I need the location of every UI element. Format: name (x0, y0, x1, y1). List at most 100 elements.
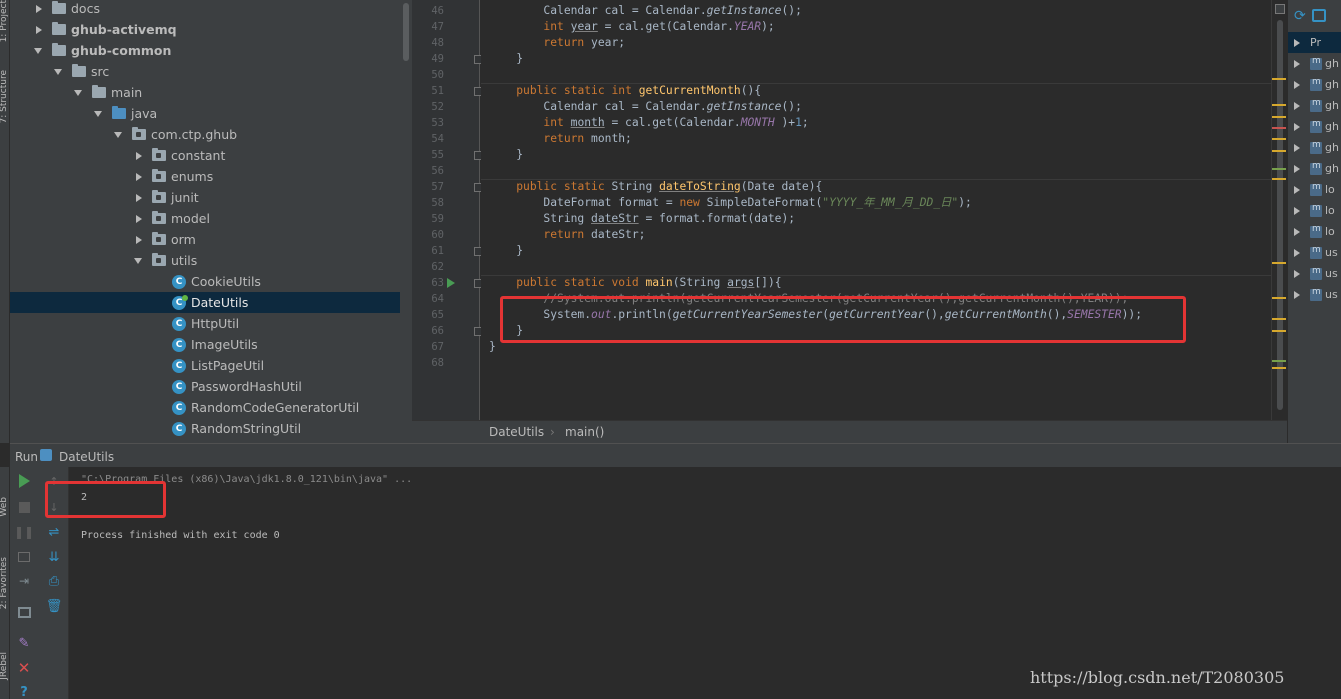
chevron-right-icon[interactable] (34, 25, 44, 35)
error-stripe-marker[interactable] (1272, 168, 1286, 170)
code-line[interactable]: public static void main(String args[]){ (489, 275, 781, 291)
maven-project-item[interactable]: lo (1288, 200, 1341, 221)
chevron-right-icon[interactable] (1292, 206, 1302, 216)
error-stripe-marker[interactable] (1272, 78, 1286, 80)
pin-icon[interactable]: ✎ (16, 635, 32, 651)
tree-item-utils[interactable]: utils (10, 250, 412, 271)
maven-project-item[interactable]: gh (1288, 74, 1341, 95)
chevron-down-icon[interactable] (114, 130, 124, 140)
code-line[interactable]: } (489, 243, 523, 259)
project-tree-scrollbar[interactable] (400, 0, 412, 443)
chevron-right-icon[interactable] (1292, 143, 1302, 153)
chevron-right-icon[interactable] (134, 172, 144, 182)
chevron-right-icon[interactable] (1292, 290, 1302, 300)
exit-icon[interactable]: ⇥ (16, 573, 32, 589)
chevron-down-icon[interactable] (34, 46, 44, 56)
code-line[interactable]: } (489, 339, 496, 355)
chevron-right-icon[interactable] (1292, 80, 1302, 90)
tree-item-docs[interactable]: docs (10, 0, 412, 19)
chevron-right-icon[interactable] (1292, 59, 1302, 69)
chevron-right-icon[interactable] (134, 151, 144, 161)
tree-item-orm[interactable]: orm (10, 229, 412, 250)
code-line[interactable]: int month = cal.get(Calendar.MONTH )+1; (489, 115, 808, 131)
chevron-right-icon[interactable] (1292, 101, 1302, 111)
editor-scrollbar[interactable] (1271, 0, 1287, 420)
error-stripe-marker[interactable] (1272, 318, 1286, 320)
chevron-right-icon[interactable] (1292, 269, 1302, 279)
tree-item-httputil[interactable]: C HttpUtil (10, 313, 412, 334)
tree-item-src[interactable]: src (10, 61, 412, 82)
run-console[interactable]: "C:\Program Files (x86)\Java\jdk1.8.0_12… (69, 467, 1341, 699)
code-line[interactable]: } (489, 51, 523, 67)
tree-item-passwordhashutil[interactable]: C PasswordHashUtil (10, 376, 412, 397)
maven-project-item[interactable]: gh (1288, 116, 1341, 137)
code-line[interactable]: return year; (489, 35, 625, 51)
layout-icon[interactable] (16, 604, 32, 620)
tree-item-cookieutils[interactable]: C CookieUtils (10, 271, 412, 292)
code-line[interactable]: public static int getCurrentMonth(){ (489, 83, 761, 99)
maven-project-item[interactable]: lo (1288, 221, 1341, 242)
help-icon[interactable]: ? (16, 684, 32, 699)
error-stripe-marker[interactable] (1272, 367, 1286, 369)
error-stripe-marker[interactable] (1272, 104, 1286, 106)
rerun-icon[interactable] (16, 473, 32, 489)
code-line[interactable]: return dateStr; (489, 227, 645, 243)
chevron-down-icon[interactable] (134, 256, 144, 266)
tree-item-java[interactable]: java (10, 103, 412, 124)
chevron-right-icon[interactable] (134, 214, 144, 224)
code-line[interactable]: return month; (489, 131, 631, 147)
web-tool-tab[interactable]: Web (0, 497, 9, 517)
tree-item-randomstringutil[interactable]: C RandomStringUtil (10, 418, 412, 439)
tree-item-constant[interactable]: constant (10, 145, 412, 166)
reimport-icon[interactable] (1312, 9, 1326, 22)
maven-project-item[interactable]: gh (1288, 137, 1341, 158)
code-line[interactable]: int year = cal.get(Calendar.YEAR); (489, 19, 774, 35)
chevron-right-icon[interactable] (134, 193, 144, 203)
code-editor[interactable]: Calendar cal = Calendar.getInstance(); i… (481, 0, 1271, 420)
maven-project-item[interactable]: us (1288, 284, 1341, 305)
tree-item-listpageutil[interactable]: C ListPageUtil (10, 355, 412, 376)
run-config-name[interactable]: DateUtils (59, 450, 114, 464)
clear-all-icon[interactable]: 🗑 (46, 598, 63, 614)
tree-item-randomcodegeneratorutil[interactable]: C RandomCodeGeneratorUtil (10, 397, 412, 418)
chevron-right-icon[interactable] (1292, 164, 1302, 174)
scroll-thumb[interactable] (403, 3, 409, 61)
tree-item-main[interactable]: main (10, 82, 412, 103)
pause-icon[interactable]: ❚❚ (14, 524, 34, 540)
dump-threads-icon[interactable] (16, 549, 32, 565)
chevron-down-icon[interactable] (94, 109, 104, 119)
maven-project-item[interactable]: us (1288, 242, 1341, 263)
code-line[interactable]: DateFormat format = new SimpleDateFormat… (489, 195, 971, 211)
error-stripe-marker[interactable] (1272, 116, 1286, 118)
tree-item-com-ctp-ghub[interactable]: com.ctp.ghub (10, 124, 412, 145)
tree-item-imageutils[interactable]: C ImageUtils (10, 334, 412, 355)
favorites-tool-tab[interactable]: 2: Favorites (0, 557, 9, 609)
stop-icon[interactable] (16, 499, 32, 515)
maven-project-item[interactable]: lo (1288, 179, 1341, 200)
code-line[interactable]: } (489, 147, 523, 163)
error-stripe-marker[interactable] (1272, 330, 1286, 332)
chevron-right-icon[interactable] (1292, 227, 1302, 237)
soft-wrap-icon[interactable]: ⇌ (46, 524, 62, 540)
jrebel-tool-tab[interactable]: JRebel (0, 652, 9, 680)
run-gutter-icon[interactable] (447, 278, 455, 288)
breadcrumb-method[interactable]: main() (565, 425, 604, 439)
tree-item-enums[interactable]: enums (10, 166, 412, 187)
error-stripe-marker[interactable] (1272, 360, 1286, 362)
code-line[interactable]: Calendar cal = Calendar.getInstance(); (489, 3, 801, 19)
maven-project-item[interactable]: gh (1288, 53, 1341, 74)
structure-tool-tab[interactable]: 7: Structure (0, 70, 9, 124)
chevron-right-icon[interactable] (1292, 122, 1302, 132)
print-icon[interactable]: ⎙ (46, 573, 62, 589)
chevron-right-icon[interactable] (1292, 185, 1302, 195)
error-stripe-marker[interactable] (1272, 150, 1286, 152)
tree-item-junit[interactable]: junit (10, 187, 412, 208)
breadcrumb-class[interactable]: DateUtils (489, 425, 544, 439)
close-icon[interactable]: ✕ (16, 659, 32, 677)
error-stripe-marker[interactable] (1272, 138, 1286, 140)
error-stripe-marker[interactable] (1272, 297, 1286, 299)
maven-project-item[interactable]: gh (1288, 95, 1341, 116)
chevron-right-icon[interactable] (1292, 38, 1302, 48)
maven-project-item[interactable]: Pr (1288, 32, 1341, 53)
error-stripe-marker[interactable] (1272, 178, 1286, 180)
